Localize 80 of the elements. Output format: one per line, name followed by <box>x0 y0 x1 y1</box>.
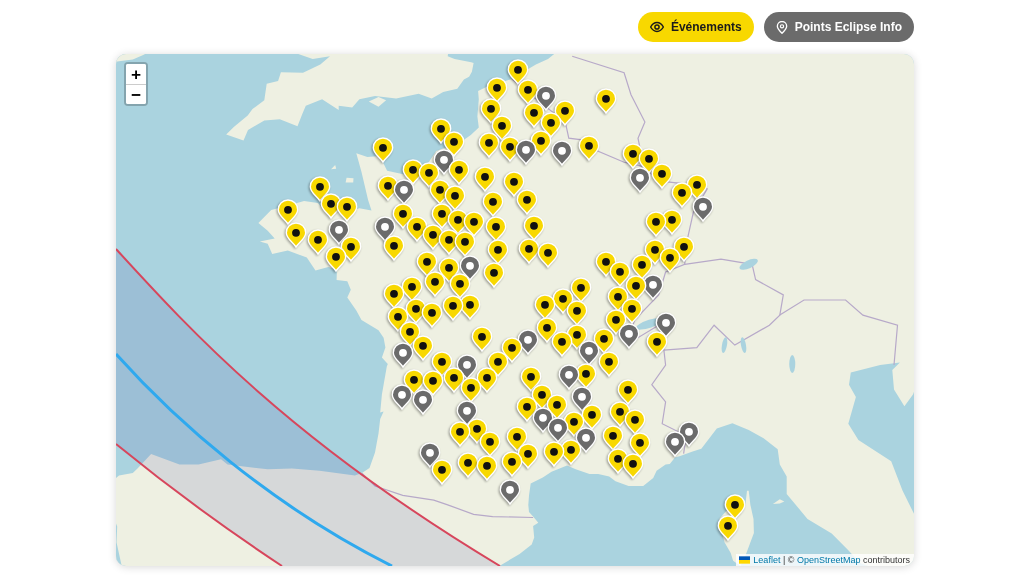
map-marker-icon[interactable] <box>383 235 405 261</box>
zoom-out-button[interactable]: − <box>126 84 146 104</box>
map-marker-icon[interactable] <box>483 262 505 288</box>
map-marker-icon[interactable] <box>391 384 413 410</box>
attribution-link[interactable]: OpenStreetMap <box>796 555 861 565</box>
map-marker-icon[interactable] <box>624 409 646 435</box>
map-marker-icon[interactable] <box>479 431 501 457</box>
map-marker-icon[interactable] <box>503 171 525 197</box>
map-marker-icon[interactable] <box>516 189 538 215</box>
points-button[interactable]: Points Eclipse Info <box>763 12 914 42</box>
map-marker-icon[interactable] <box>392 342 414 368</box>
lake <box>740 337 747 354</box>
map-marker-icon[interactable] <box>325 246 347 272</box>
map-marker-icon[interactable] <box>659 247 681 273</box>
map-marker-icon[interactable] <box>692 196 714 222</box>
map-marker-icon[interactable] <box>501 451 523 477</box>
map-marker-icon[interactable] <box>578 135 600 161</box>
map-marker-icon[interactable] <box>277 199 299 225</box>
map-marker-icon[interactable] <box>476 455 498 481</box>
map-marker-icon[interactable] <box>547 417 569 443</box>
map-marker-icon[interactable] <box>393 179 415 205</box>
map-marker-icon[interactable] <box>595 88 617 114</box>
island <box>772 499 785 504</box>
map-marker-icon[interactable] <box>646 331 668 357</box>
map-marker-icon[interactable] <box>372 137 394 163</box>
map-marker-icon[interactable] <box>474 166 496 192</box>
map-marker-icon[interactable] <box>645 211 667 237</box>
map-marker-icon[interactable] <box>431 459 453 485</box>
map-marker-icon[interactable] <box>485 216 507 242</box>
map-marker-icon[interactable] <box>518 238 540 264</box>
map-marker-icon[interactable] <box>412 389 434 415</box>
map-marker-icon[interactable] <box>523 215 545 241</box>
map-marker-icon[interactable] <box>717 515 739 541</box>
map-marker-icon[interactable] <box>449 421 471 447</box>
map-marker-icon[interactable] <box>543 441 565 467</box>
map-marker-icon[interactable] <box>629 167 651 193</box>
map-marker-icon[interactable] <box>482 191 504 217</box>
map-marker-icon[interactable] <box>424 271 446 297</box>
island <box>368 97 387 107</box>
map-marker-icon[interactable] <box>383 283 405 309</box>
lake <box>739 258 758 270</box>
eye-icon <box>649 21 664 33</box>
map-marker-icon[interactable] <box>671 182 693 208</box>
attribution-link[interactable]: Leaflet <box>753 555 781 565</box>
map-marker-icon[interactable] <box>471 326 493 352</box>
map-marker-icon[interactable] <box>537 242 559 268</box>
map-marker-icon[interactable] <box>617 379 639 405</box>
map-marker-icon[interactable] <box>664 431 686 457</box>
map-marker-icon[interactable] <box>478 132 500 158</box>
map-marker-icon[interactable] <box>551 331 573 357</box>
attribution-text: Leaflet | © OpenStreetMap contributors <box>753 554 910 566</box>
flag-icon <box>739 556 751 564</box>
map-marker-icon[interactable] <box>285 222 307 248</box>
map-marker-icon[interactable] <box>499 479 521 505</box>
map-marker-icon[interactable] <box>457 452 479 478</box>
lake <box>789 355 796 373</box>
map-marker-icon[interactable] <box>551 140 573 166</box>
map-marker-icon[interactable] <box>558 364 580 390</box>
lake <box>721 337 728 354</box>
events-button[interactable]: Événements <box>637 12 754 42</box>
map-marker-icon[interactable] <box>421 302 443 328</box>
map-marker-icon[interactable] <box>487 239 509 265</box>
location-pin-icon <box>775 20 788 34</box>
map-marker-icon[interactable] <box>412 335 434 361</box>
map-marker-icon[interactable] <box>651 163 673 189</box>
island <box>331 165 337 170</box>
map-marker-icon[interactable] <box>515 139 537 165</box>
map-marker-icon[interactable] <box>618 323 640 349</box>
map-marker-icon[interactable] <box>454 231 476 257</box>
map-marker-icon[interactable] <box>566 300 588 326</box>
map-marker-icon[interactable] <box>622 453 644 479</box>
map-marker-icon[interactable] <box>442 295 464 321</box>
map-marker-icon[interactable] <box>307 229 329 255</box>
map-marker-icon[interactable] <box>448 159 470 185</box>
map-marker-icon[interactable] <box>534 294 556 320</box>
map-marker-icon[interactable] <box>460 377 482 403</box>
map-marker-icon[interactable] <box>336 196 358 222</box>
map-marker-icon[interactable] <box>598 351 620 377</box>
map-marker-icon[interactable] <box>578 340 600 366</box>
map-marker-icon[interactable] <box>602 425 624 451</box>
